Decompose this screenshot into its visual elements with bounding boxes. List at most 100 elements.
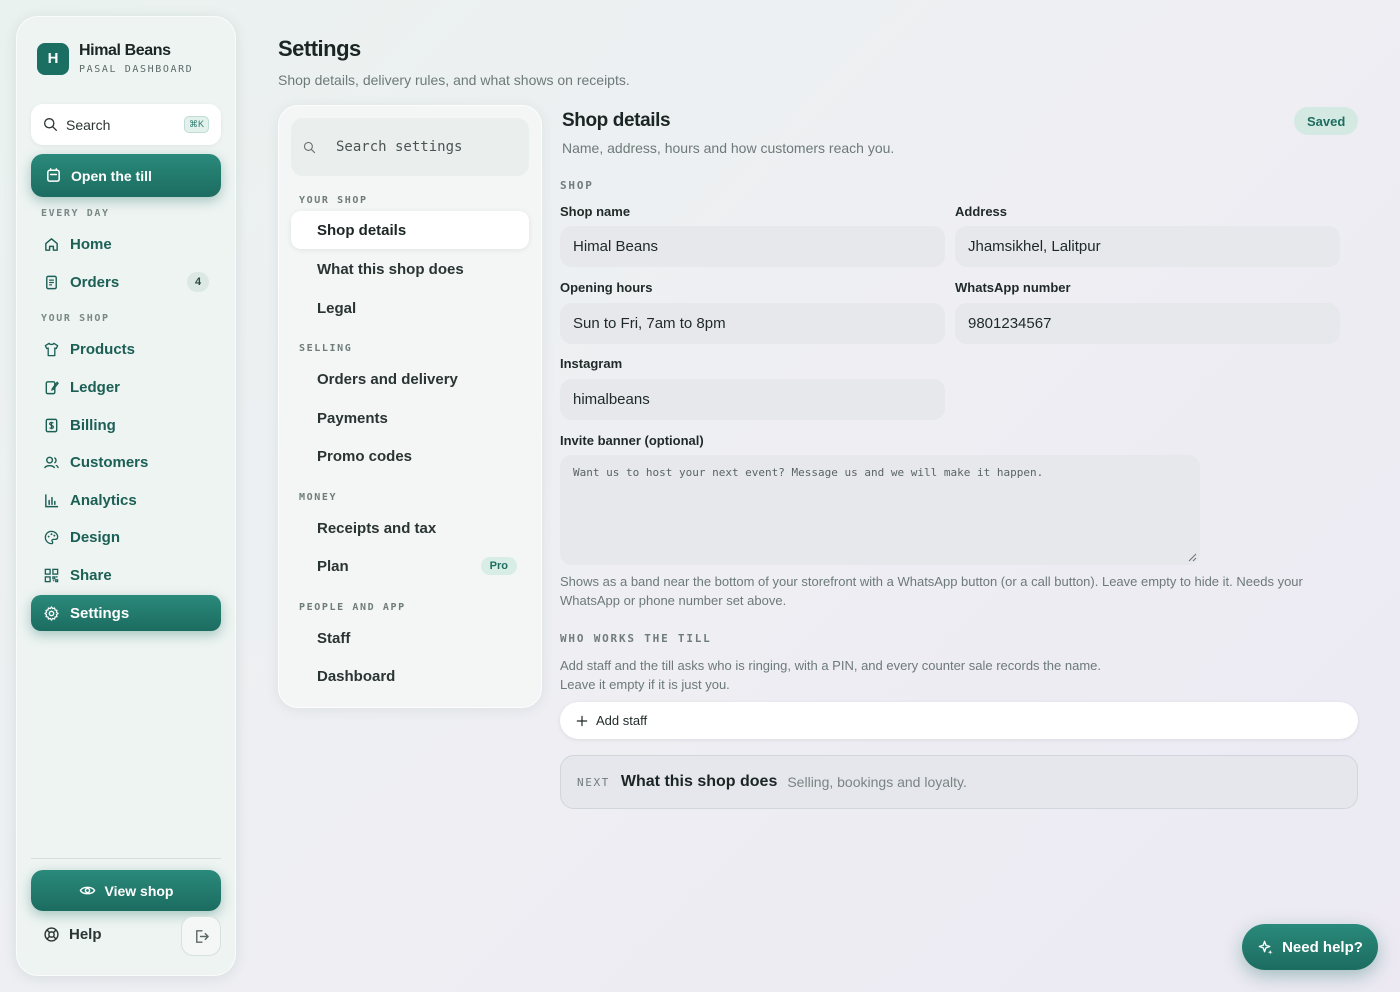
opening-hours-label: Opening hours xyxy=(560,280,653,295)
instagram-input[interactable]: himalbeans xyxy=(560,379,945,420)
sidebar-item-settings[interactable]: Settings xyxy=(31,595,221,631)
next-subtitle: Selling, bookings and loyalty. xyxy=(787,774,967,790)
settings-item-plan[interactable]: Plan Pro xyxy=(291,547,529,585)
settings-item-label: Dashboard xyxy=(317,667,396,685)
shirt-icon xyxy=(44,342,59,356)
add-staff-label: Add staff xyxy=(596,713,648,728)
orders-icon xyxy=(46,275,57,289)
staff-help: Add staff and the till asks who is ringi… xyxy=(560,656,1101,694)
brand-name: Himal Beans xyxy=(79,42,171,59)
address-input[interactable]: Jhamsikhel, Lalitpur xyxy=(955,226,1340,267)
need-help-button[interactable]: Need help? xyxy=(1242,924,1378,970)
open-till-label: Open the till xyxy=(71,167,152,184)
settings-item-label: Plan xyxy=(317,557,349,575)
settings-section-label: SELLING xyxy=(299,343,353,354)
settings-item-label: What this shop does xyxy=(317,260,464,278)
next-tag: NEXT xyxy=(577,775,610,789)
settings-section-label: MONEY xyxy=(299,492,338,503)
sidebar-item-label: Products xyxy=(70,340,136,358)
sidebar-item-customers[interactable]: Customers xyxy=(31,444,221,480)
settings-item-receipts-tax[interactable]: Receipts and tax xyxy=(291,509,529,547)
opening-hours-input[interactable]: Sun to Fri, 7am to 8pm xyxy=(560,303,945,344)
help-line: Shows as a band near the bottom of your … xyxy=(560,574,1303,589)
settings-search-placeholder: Search settings xyxy=(336,139,463,155)
settings-item-what-this-shop-does[interactable]: What this shop does xyxy=(291,250,529,288)
shop-name-input[interactable]: Himal Beans xyxy=(560,226,945,267)
address-label: Address xyxy=(955,204,1008,219)
sidebar-item-design[interactable]: Design xyxy=(31,519,221,555)
sidebar-item-label: Orders xyxy=(70,273,120,291)
gear-icon xyxy=(44,605,59,621)
settings-item-promo-codes[interactable]: Promo codes xyxy=(291,437,529,475)
section-your-shop: YOUR SHOP xyxy=(41,313,110,324)
sidebar: H Himal Beans PASAL DASHBOARD Search ⌘K … xyxy=(16,16,236,976)
settings-item-label: Orders and delivery xyxy=(317,370,458,388)
settings-item-label: Shop details xyxy=(317,221,407,239)
settings-item-payments[interactable]: Payments xyxy=(291,399,529,437)
home-icon xyxy=(45,237,58,251)
help-link[interactable]: Help xyxy=(43,926,102,943)
whatsapp-label: WhatsApp number xyxy=(955,280,1071,295)
settings-item-orders-delivery[interactable]: Orders and delivery xyxy=(291,360,529,398)
whatsapp-input[interactable]: 9801234567 xyxy=(955,303,1340,344)
help-line: Add staff and the till asks who is ringi… xyxy=(560,658,1101,673)
logout-icon xyxy=(195,929,209,943)
help-label: Help xyxy=(69,926,102,943)
need-help-label: Need help? xyxy=(1282,938,1363,956)
search-icon xyxy=(303,141,316,153)
settings-section-label: PEOPLE AND APP xyxy=(299,602,406,613)
open-till-button[interactable]: Open the till xyxy=(31,154,221,197)
sidebar-item-label: Analytics xyxy=(70,491,137,509)
logout-button[interactable] xyxy=(181,916,221,956)
resize-handle-icon[interactable] xyxy=(1188,553,1197,562)
sidebar-search-button[interactable]: Search ⌘K xyxy=(31,104,221,145)
settings-item-label: Payments xyxy=(317,409,388,427)
settings-item-staff[interactable]: Staff xyxy=(291,619,529,657)
chart-icon xyxy=(45,493,59,507)
settings-search-input[interactable]: Search settings xyxy=(291,118,529,176)
settings-item-dashboard[interactable]: Dashboard xyxy=(291,657,529,695)
till-icon xyxy=(47,168,60,182)
next-section-card[interactable]: NEXT What this shop does Selling, bookin… xyxy=(560,755,1358,809)
invite-banner-textarea[interactable]: Want us to host your next event? Message… xyxy=(560,455,1200,565)
sidebar-item-products[interactable]: Products xyxy=(31,331,221,367)
sidebar-item-home[interactable]: Home xyxy=(31,226,221,262)
invite-banner-help: Shows as a band near the bottom of your … xyxy=(560,572,1303,610)
brand-logo: H xyxy=(37,42,69,75)
shop-name-label: Shop name xyxy=(560,204,631,219)
section-subtitle: Name, address, hours and how customers r… xyxy=(562,140,895,156)
view-shop-label: View shop xyxy=(104,882,174,899)
help-line: WhatsApp or phone number set above. xyxy=(560,593,787,608)
sidebar-item-share[interactable]: Share xyxy=(31,557,221,593)
settings-item-shop-details[interactable]: Shop details xyxy=(291,211,529,249)
sidebar-divider xyxy=(31,858,221,859)
settings-item-label: Promo codes xyxy=(317,447,413,465)
page-subtitle: Shop details, delivery rules, and what s… xyxy=(278,72,630,88)
eye-icon xyxy=(79,886,95,895)
add-staff-button[interactable]: Add staff xyxy=(560,702,1358,739)
sidebar-search-label: Search xyxy=(66,116,111,133)
sidebar-item-label: Ledger xyxy=(70,378,121,396)
sidebar-item-billing[interactable]: Billing xyxy=(31,407,221,443)
settings-item-legal[interactable]: Legal xyxy=(291,289,529,327)
sparkle-icon xyxy=(1258,940,1273,955)
saved-status-badge: Saved xyxy=(1294,107,1359,135)
next-title: What this shop does xyxy=(620,773,778,790)
search-icon xyxy=(44,118,57,131)
settings-section-label: YOUR SHOP xyxy=(299,195,368,206)
settings-item-label: Legal xyxy=(317,299,357,317)
staff-section-label: WHO WORKS THE TILL xyxy=(560,632,712,645)
section-every-day: EVERY DAY xyxy=(41,208,110,219)
orders-count-badge: 4 xyxy=(187,272,209,292)
section-title: Shop details xyxy=(562,110,671,131)
users-icon xyxy=(44,456,59,468)
sidebar-item-ledger[interactable]: Ledger xyxy=(31,369,221,405)
sidebar-item-orders[interactable]: Orders 4 xyxy=(31,264,221,300)
palette-icon xyxy=(44,530,59,544)
sidebar-item-analytics[interactable]: Analytics xyxy=(31,482,221,518)
sidebar-item-label: Billing xyxy=(70,416,116,434)
brand[interactable]: H Himal Beans PASAL DASHBOARD xyxy=(37,42,193,75)
sidebar-item-label: Share xyxy=(70,566,112,584)
view-shop-button[interactable]: View shop xyxy=(31,870,221,911)
search-shortcut-badge: ⌘K xyxy=(183,116,209,133)
